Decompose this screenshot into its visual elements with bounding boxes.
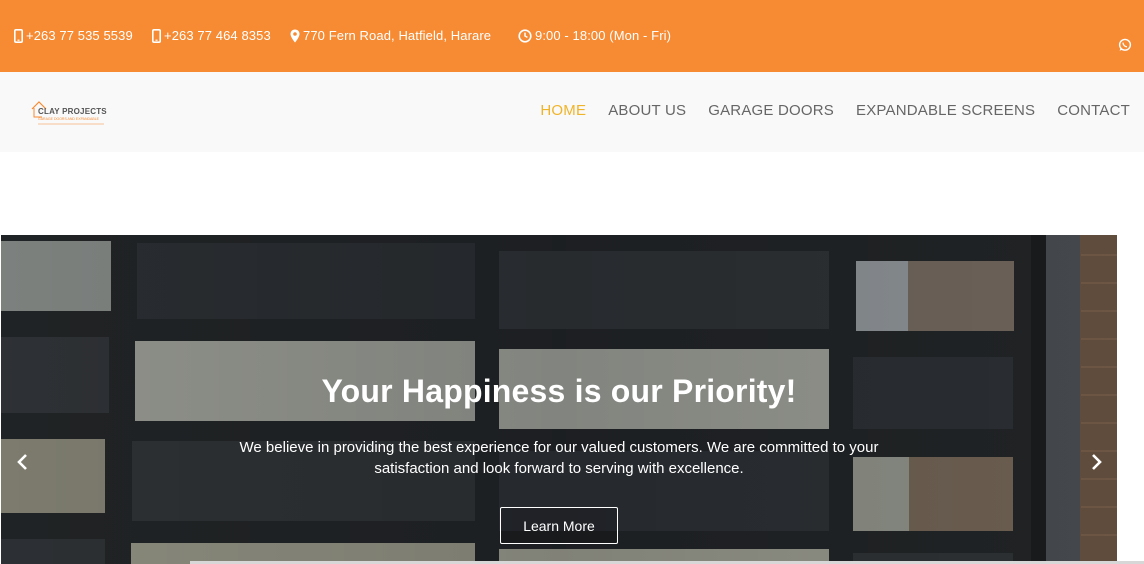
address-text: 770 Fern Road, Hatfield, Harare [303,28,492,43]
nav-expandable-screens[interactable]: EXPANDABLE SCREENS [856,102,1035,119]
opening-hours: 9:00 - 18:00 (Mon - Fri) [518,28,671,43]
phone-1-text: +263 77 535 5539 [26,28,133,43]
whatsapp-icon[interactable] [1118,38,1132,52]
nav-about-us[interactable]: ABOUT US [608,102,686,119]
learn-more-button[interactable]: Learn More [500,507,618,544]
phone-2-text: +263 77 464 8353 [164,28,271,43]
nav-garage-doors[interactable]: GARAGE DOORS [708,102,834,119]
hours-text: 9:00 - 18:00 (Mon - Fri) [535,28,672,43]
hero-description: We believe in providing the best experie… [239,439,879,477]
address: 770 Fern Road, Hatfield, Harare [290,28,491,43]
phone-2[interactable]: +263 77 464 8353 [152,28,271,43]
nav-home[interactable]: HOME [540,102,586,119]
mobile-phone-icon [14,28,23,43]
phone-1[interactable]: +263 77 535 5539 [14,28,133,43]
chevron-right-icon[interactable] [1084,450,1108,474]
hero-slider: Your Happiness is our Priority! We belie… [1,235,1117,564]
logo-tagline: GARAGE DOORS AND EXPANDABLE [38,117,100,121]
top-info-bar: +263 77 535 5539 +263 77 464 8353 770 Fe… [0,0,1144,72]
chevron-left-icon[interactable] [11,450,35,474]
clock-icon [518,28,532,43]
site-logo[interactable]: CLAY PROJECTS GARAGE DOORS AND EXPANDABL… [30,100,110,128]
hero-title: Your Happiness is our Priority! [321,373,797,409]
main-navbar: CLAY PROJECTS GARAGE DOORS AND EXPANDABL… [0,72,1144,152]
main-menu: HOME ABOUT US GARAGE DOORS EXPANDABLE SC… [540,102,1130,119]
mobile-phone-icon [152,28,161,43]
nav-contact[interactable]: CONTACT [1057,102,1130,119]
map-marker-icon [290,29,300,42]
logo-text: CLAY PROJECTS [38,107,107,116]
